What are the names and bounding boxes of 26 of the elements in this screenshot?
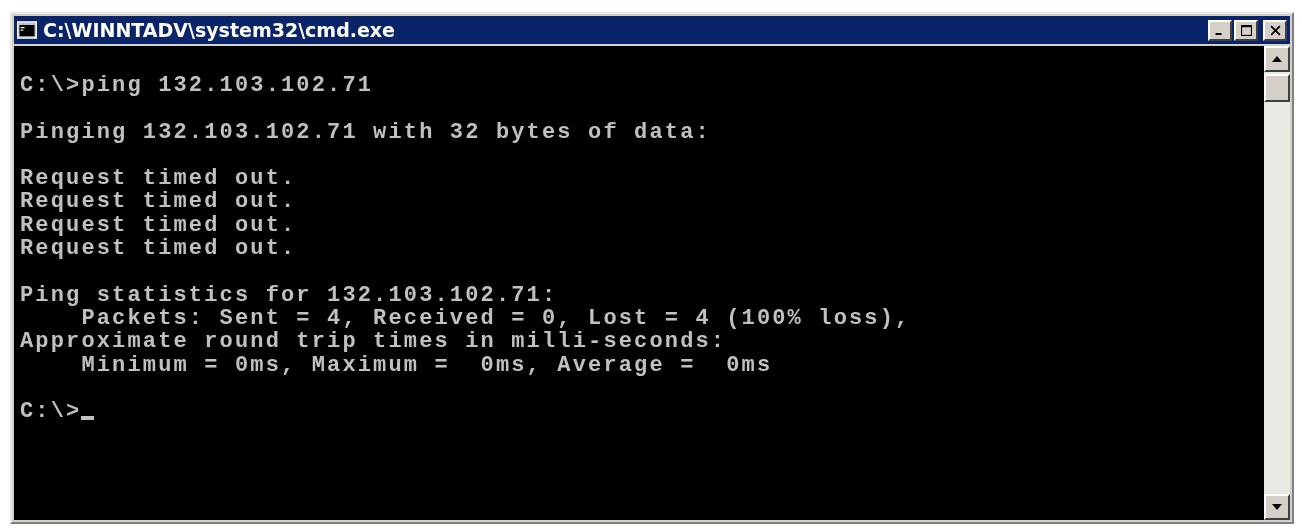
console-line: Ping statistics for 132.103.102.71:	[20, 283, 559, 307]
console-line: Request timed out.	[20, 167, 298, 191]
close-icon	[1269, 24, 1281, 36]
console-line: Pinging 132.103.102.71 with 32 bytes of data:	[20, 120, 712, 144]
console-line: Packets: Sent = 4, Received = 0, Lost = 4 (100% loss),	[80, 306, 912, 331]
minimize-button[interactable]	[1208, 19, 1232, 41]
close-button[interactable]	[1263, 19, 1287, 41]
console-line: C:\>ping 132.103.102.71	[20, 74, 375, 98]
down-arrow-icon	[1272, 504, 1282, 510]
console-line: Request timed out.	[20, 237, 298, 261]
scrollbar-thumb[interactable]	[1264, 74, 1290, 102]
console-icon	[17, 21, 37, 39]
maximize-icon	[1240, 24, 1252, 36]
text-cursor	[81, 416, 95, 421]
window-title: C:\WINNTADV\system32\cmd.exe	[43, 19, 396, 41]
up-arrow-icon	[1272, 56, 1282, 62]
command-prompt: C:\>	[20, 400, 82, 424]
console-line: Minimum = 0ms, Maximum = 0ms, Average = 0ms	[80, 353, 774, 377]
vertical-scrollbar[interactable]	[1264, 46, 1290, 520]
console-line: Approximate round trip times in milli-seconds:	[20, 330, 728, 354]
scroll-up-button[interactable]	[1264, 46, 1290, 72]
scroll-down-button[interactable]	[1264, 494, 1290, 520]
console-line: Request timed out.	[20, 190, 298, 214]
maximize-button[interactable]	[1234, 19, 1258, 41]
minimize-icon	[1215, 33, 1222, 35]
console-line: Request timed out.	[20, 213, 298, 238]
